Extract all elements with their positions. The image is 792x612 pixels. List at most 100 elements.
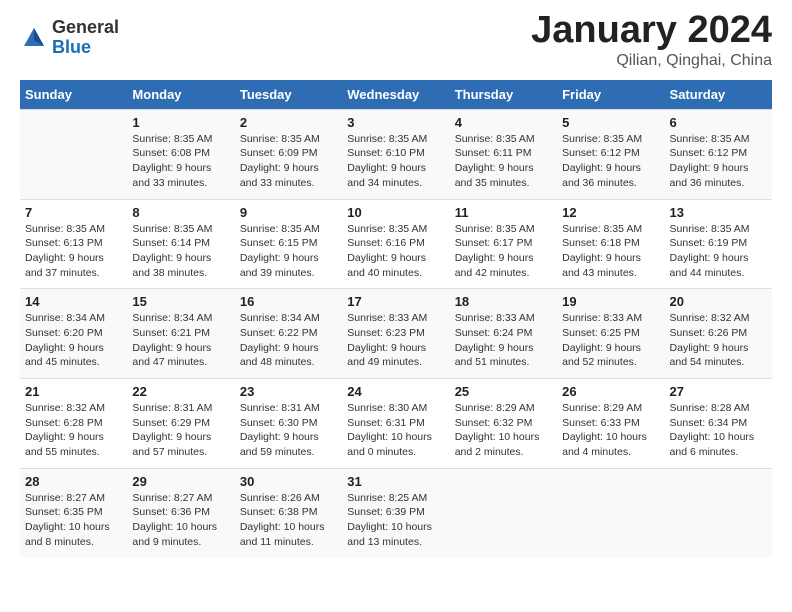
day-info: Sunrise: 8:32 AMSunset: 6:26 PMDaylight:…: [670, 311, 767, 370]
calendar-cell: 19 Sunrise: 8:33 AMSunset: 6:25 PMDayligh…: [557, 289, 664, 379]
day-info: Sunrise: 8:34 AMSunset: 6:21 PMDaylight:…: [132, 311, 229, 370]
column-header-thursday: Thursday: [450, 80, 557, 110]
calendar-cell: 21 Sunrise: 8:32 AMSunset: 6:28 PMDayligh…: [20, 379, 127, 469]
calendar-cell: 4Sunrise: 8:35 AMSunset: 6:11 PMDaylight…: [450, 109, 557, 199]
day-info: Sunrise: 8:35 AMSunset: 6:09 PMDaylight:…: [240, 132, 337, 191]
day-number: 17: [347, 294, 444, 309]
calendar-week-row: 1 Sunrise: 8:35 AMSunset: 6:08 PMDaylight…: [20, 109, 772, 199]
day-number: 11: [455, 205, 552, 220]
day-number: 13: [670, 205, 767, 220]
day-info: Sunrise: 8:35 AMSunset: 6:18 PMDaylight:…: [562, 222, 659, 281]
day-info: Sunrise: 8:34 AMSunset: 6:20 PMDaylight:…: [25, 311, 122, 370]
day-number: 3: [347, 115, 444, 130]
calendar-week-row: 28 Sunrise: 8:27 AMSunset: 6:35 PMDayligh…: [20, 468, 772, 557]
calendar-cell: 12 Sunrise: 8:35 AMSunset: 6:18 PMDayligh…: [557, 199, 664, 289]
calendar-cell: 10 Sunrise: 8:35 AMSunset: 6:16 PMDayligh…: [342, 199, 449, 289]
day-number: 18: [455, 294, 552, 309]
calendar-cell: 20 Sunrise: 8:32 AMSunset: 6:26 PMDayligh…: [665, 289, 772, 379]
calendar-week-row: 14 Sunrise: 8:34 AMSunset: 6:20 PMDayligh…: [20, 289, 772, 379]
day-number: 27: [670, 384, 767, 399]
calendar-cell: 16 Sunrise: 8:34 AMSunset: 6:22 PMDayligh…: [235, 289, 342, 379]
day-number: 31: [347, 474, 444, 489]
day-info: Sunrise: 8:35 AMSunset: 6:13 PMDaylight:…: [25, 222, 122, 281]
day-info: Sunrise: 8:35 AMSunset: 6:14 PMDaylight:…: [132, 222, 229, 281]
day-number: 5: [562, 115, 659, 130]
day-info: Sunrise: 8:33 AMSunset: 6:24 PMDaylight:…: [455, 311, 552, 370]
day-number: 1: [132, 115, 229, 130]
day-number: 7: [25, 205, 122, 220]
day-number: 19: [562, 294, 659, 309]
day-number: 24: [347, 384, 444, 399]
day-number: 8: [132, 205, 229, 220]
logo-general-text: General: [52, 18, 119, 38]
day-number: 28: [25, 474, 122, 489]
column-header-saturday: Saturday: [665, 80, 772, 110]
day-number: 15: [132, 294, 229, 309]
day-number: 23: [240, 384, 337, 399]
day-number: 22: [132, 384, 229, 399]
page-header: General Blue January 2024 Qilian, Qingha…: [20, 10, 772, 70]
logo-blue-text: Blue: [52, 38, 119, 58]
calendar-week-row: 21 Sunrise: 8:32 AMSunset: 6:28 PMDayligh…: [20, 379, 772, 469]
calendar-cell: 1 Sunrise: 8:35 AMSunset: 6:08 PMDaylight…: [127, 109, 234, 199]
calendar-week-row: 7 Sunrise: 8:35 AMSunset: 6:13 PMDaylight…: [20, 199, 772, 289]
day-info: Sunrise: 8:34 AMSunset: 6:22 PMDaylight:…: [240, 311, 337, 370]
day-number: 12: [562, 205, 659, 220]
day-number: 16: [240, 294, 337, 309]
day-info: Sunrise: 8:35 AMSunset: 6:17 PMDaylight:…: [455, 222, 552, 281]
calendar-cell: 29Sunrise: 8:27 AMSunset: 6:36 PMDayligh…: [127, 468, 234, 557]
calendar-cell: 3 Sunrise: 8:35 AMSunset: 6:10 PMDaylight…: [342, 109, 449, 199]
calendar-cell: [557, 468, 664, 557]
calendar-cell: 30 Sunrise: 8:26 AMSunset: 6:38 PMDayligh…: [235, 468, 342, 557]
day-info: Sunrise: 8:29 AMSunset: 6:32 PMDaylight:…: [455, 401, 552, 460]
calendar-cell: 8 Sunrise: 8:35 AMSunset: 6:14 PMDaylight…: [127, 199, 234, 289]
day-info: Sunrise: 8:31 AMSunset: 6:30 PMDaylight:…: [240, 401, 337, 460]
location-text: Qilian, Qinghai, China: [531, 52, 772, 70]
day-number: 25: [455, 384, 552, 399]
day-info: Sunrise: 8:35 AMSunset: 6:12 PMDaylight:…: [562, 132, 659, 191]
day-number: 9: [240, 205, 337, 220]
day-info: Sunrise: 8:27 AMSunset: 6:35 PMDaylight:…: [25, 491, 122, 550]
day-number: 20: [670, 294, 767, 309]
calendar-cell: 9 Sunrise: 8:35 AMSunset: 6:15 PMDaylight…: [235, 199, 342, 289]
calendar-cell: 5 Sunrise: 8:35 AMSunset: 6:12 PMDaylight…: [557, 109, 664, 199]
day-info: Sunrise: 8:33 AMSunset: 6:25 PMDaylight:…: [562, 311, 659, 370]
day-info: Sunrise: 8:31 AMSunset: 6:29 PMDaylight:…: [132, 401, 229, 460]
day-info: Sunrise: 8:35 AMSunset: 6:19 PMDaylight:…: [670, 222, 767, 281]
calendar-cell: 14 Sunrise: 8:34 AMSunset: 6:20 PMDayligh…: [20, 289, 127, 379]
calendar-table: SundayMondayTuesdayWednesdayThursdayFrid…: [20, 80, 772, 558]
day-number: 10: [347, 205, 444, 220]
calendar-cell: 7 Sunrise: 8:35 AMSunset: 6:13 PMDaylight…: [20, 199, 127, 289]
column-header-tuesday: Tuesday: [235, 80, 342, 110]
day-info: Sunrise: 8:35 AMSunset: 6:16 PMDaylight:…: [347, 222, 444, 281]
day-info: Sunrise: 8:35 AMSunset: 6:10 PMDaylight:…: [347, 132, 444, 191]
day-number: 30: [240, 474, 337, 489]
calendar-cell: 6Sunrise: 8:35 AMSunset: 6:12 PMDaylight…: [665, 109, 772, 199]
calendar-cell: 2Sunrise: 8:35 AMSunset: 6:09 PMDaylight…: [235, 109, 342, 199]
day-info: Sunrise: 8:35 AMSunset: 6:11 PMDaylight:…: [455, 132, 552, 191]
day-number: 14: [25, 294, 122, 309]
calendar-cell: 15 Sunrise: 8:34 AMSunset: 6:21 PMDayligh…: [127, 289, 234, 379]
day-info: Sunrise: 8:27 AMSunset: 6:36 PMDaylight:…: [132, 491, 229, 550]
day-info: Sunrise: 8:32 AMSunset: 6:28 PMDaylight:…: [25, 401, 122, 460]
day-info: Sunrise: 8:33 AMSunset: 6:23 PMDaylight:…: [347, 311, 444, 370]
calendar-cell: 26Sunrise: 8:29 AMSunset: 6:33 PMDayligh…: [557, 379, 664, 469]
logo-icon: [20, 24, 48, 52]
calendar-cell: 31Sunrise: 8:25 AMSunset: 6:39 PMDayligh…: [342, 468, 449, 557]
day-info: Sunrise: 8:35 AMSunset: 6:08 PMDaylight:…: [132, 132, 229, 191]
day-info: Sunrise: 8:35 AMSunset: 6:15 PMDaylight:…: [240, 222, 337, 281]
day-info: Sunrise: 8:26 AMSunset: 6:38 PMDaylight:…: [240, 491, 337, 550]
calendar-cell: 25 Sunrise: 8:29 AMSunset: 6:32 PMDayligh…: [450, 379, 557, 469]
month-title: January 2024: [531, 10, 772, 52]
day-number: 21: [25, 384, 122, 399]
calendar-cell: [450, 468, 557, 557]
day-number: 26: [562, 384, 659, 399]
logo-text: General Blue: [52, 18, 119, 58]
calendar-cell: 27Sunrise: 8:28 AMSunset: 6:34 PMDayligh…: [665, 379, 772, 469]
calendar-cell: 22 Sunrise: 8:31 AMSunset: 6:29 PMDayligh…: [127, 379, 234, 469]
day-info: Sunrise: 8:30 AMSunset: 6:31 PMDaylight:…: [347, 401, 444, 460]
calendar-cell: 28 Sunrise: 8:27 AMSunset: 6:35 PMDayligh…: [20, 468, 127, 557]
calendar-cell: 24 Sunrise: 8:30 AMSunset: 6:31 PMDayligh…: [342, 379, 449, 469]
calendar-header-row: SundayMondayTuesdayWednesdayThursdayFrid…: [20, 80, 772, 110]
column-header-friday: Friday: [557, 80, 664, 110]
